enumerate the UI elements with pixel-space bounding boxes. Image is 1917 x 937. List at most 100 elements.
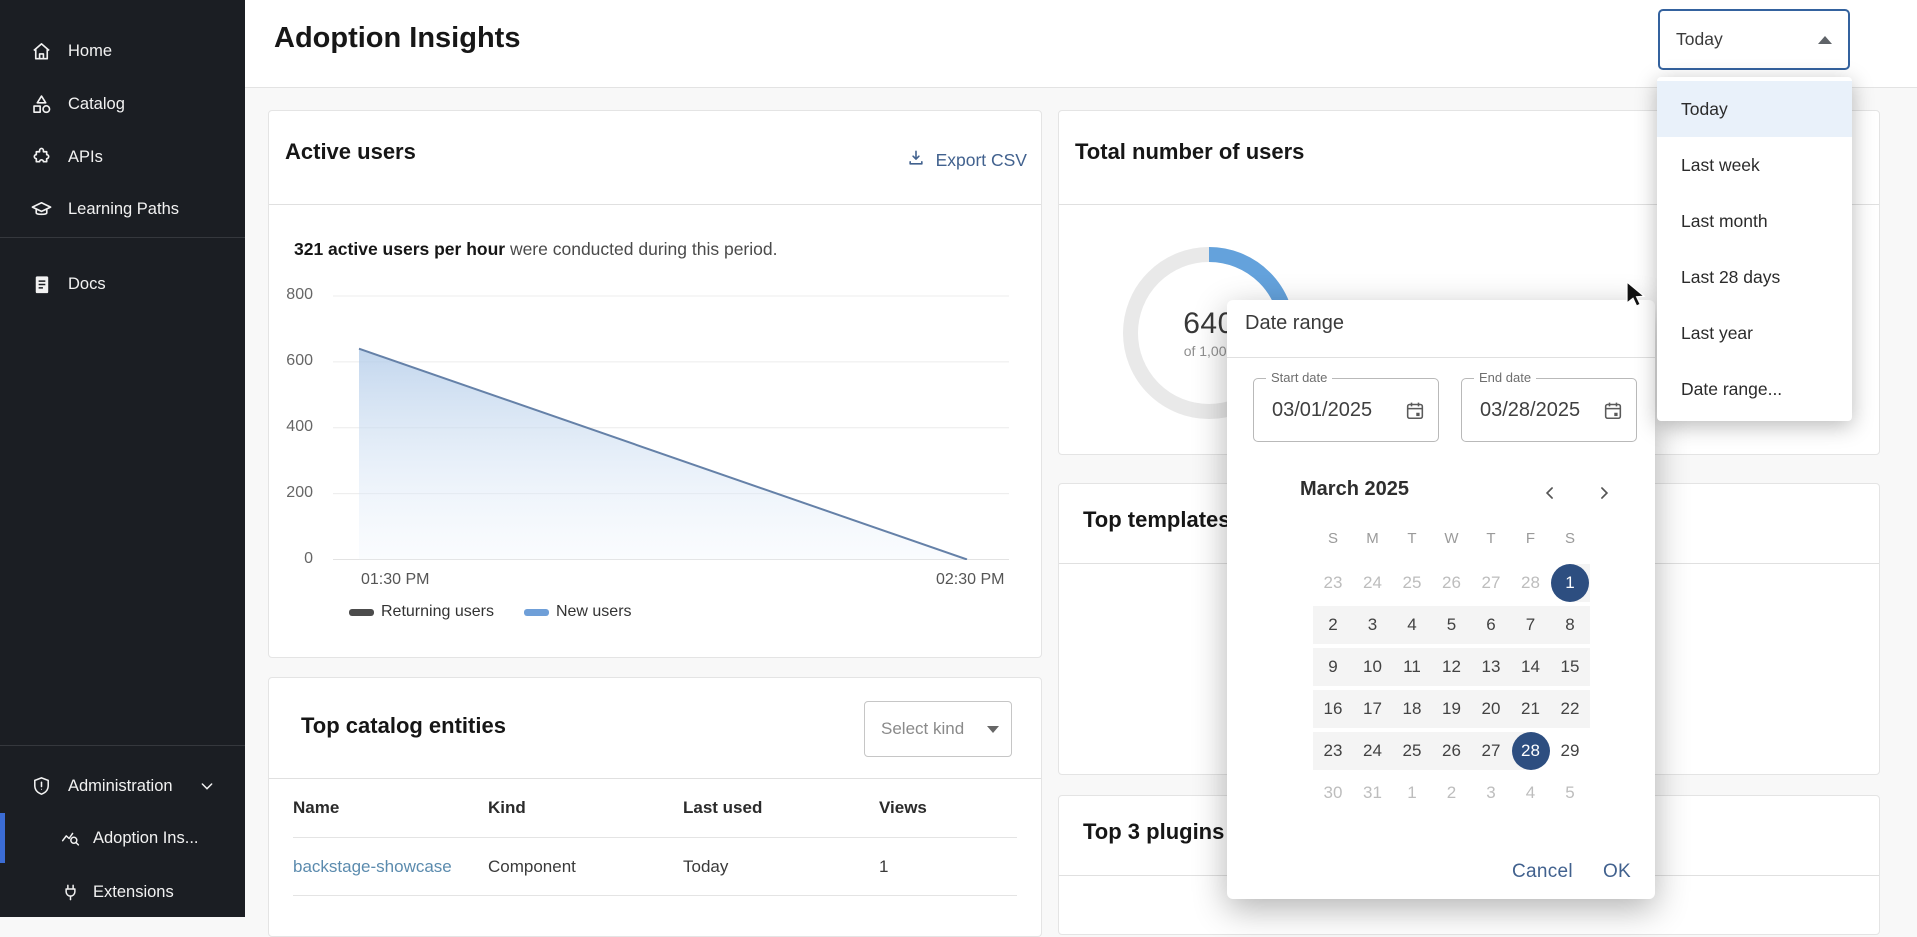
entity-link[interactable]: backstage-showcase — [293, 857, 488, 877]
cancel-button[interactable]: Cancel — [1512, 861, 1573, 883]
sidebar-item-home[interactable]: Home — [0, 28, 245, 74]
apis-icon — [30, 146, 53, 169]
period-select-menu: TodayLast weekLast monthLast 28 daysLast… — [1657, 77, 1852, 421]
menu-item-date-range[interactable]: Date range... — [1657, 361, 1852, 417]
calendar-day[interactable]: 7 — [1512, 606, 1550, 644]
calendar-day[interactable]: 3 — [1354, 606, 1392, 644]
calendar-day[interactable]: 24 — [1354, 564, 1392, 602]
calendar-day[interactable]: 24 — [1354, 732, 1392, 770]
calendar-day[interactable]: 26 — [1433, 732, 1471, 770]
calendar-icon[interactable] — [1404, 399, 1426, 421]
sidebar-item-label: Adoption Ins... — [93, 829, 199, 848]
kind-select[interactable]: Select kind — [864, 701, 1012, 757]
calendar-day[interactable]: 23 — [1314, 732, 1352, 770]
sidebar-item-adoption-insights[interactable]: Adoption Ins... — [0, 815, 245, 861]
sidebar-item-extensions[interactable]: Extensions — [0, 869, 245, 915]
calendar-day[interactable]: 19 — [1433, 690, 1471, 728]
weekday-label: F — [1516, 530, 1546, 547]
calendar-day[interactable]: 14 — [1512, 648, 1550, 686]
dialog-title: Date range — [1245, 312, 1344, 335]
calendar-day[interactable]: 25 — [1393, 732, 1431, 770]
weekday-label: W — [1437, 530, 1467, 547]
dialog-actions: Cancel OK — [1512, 861, 1631, 883]
calendar-day[interactable]: 26 — [1433, 564, 1471, 602]
calendar-day[interactable]: 5 — [1551, 774, 1589, 812]
sidebar-divider — [0, 237, 245, 238]
calendar-day[interactable]: 9 — [1314, 648, 1352, 686]
calendar-day[interactable]: 27 — [1472, 732, 1510, 770]
y-axis-tick: 0 — [269, 550, 313, 568]
calendar-day[interactable]: 30 — [1314, 774, 1352, 812]
calendar-day[interactable]: 21 — [1512, 690, 1550, 728]
cell-kind: Component — [488, 857, 683, 877]
menu-item-last-month[interactable]: Last month — [1657, 193, 1852, 249]
calendar-day[interactable]: 4 — [1512, 774, 1550, 812]
cell-views: 1 — [879, 857, 1017, 877]
menu-item-last-year[interactable]: Last year — [1657, 305, 1852, 361]
menu-item-last-week[interactable]: Last week — [1657, 137, 1852, 193]
calendar-day[interactable]: 3 — [1472, 774, 1510, 812]
chevron-down-icon — [987, 726, 999, 733]
calendar-day[interactable]: 18 — [1393, 690, 1431, 728]
calendar-day[interactable]: 11 — [1393, 648, 1431, 686]
calendar-day[interactable]: 29 — [1551, 732, 1589, 770]
summary-metric: 321 active users per hour — [294, 239, 505, 259]
card-divider — [269, 204, 1041, 205]
chevron-left-icon[interactable] — [1537, 480, 1563, 506]
calendar-day[interactable]: 28 — [1512, 564, 1550, 602]
chevron-down-icon — [199, 778, 215, 794]
end-date-value: 03/28/2025 — [1480, 379, 1580, 441]
calendar-day[interactable]: 12 — [1433, 648, 1471, 686]
extensions-icon — [60, 882, 81, 903]
calendar-day[interactable]: 23 — [1314, 564, 1352, 602]
chevron-right-icon[interactable] — [1591, 480, 1617, 506]
calendar-day[interactable]: 1 — [1393, 774, 1431, 812]
kind-select-placeholder: Select kind — [881, 719, 964, 739]
menu-item-last-28-days[interactable]: Last 28 days — [1657, 249, 1852, 305]
y-axis-tick: 400 — [269, 418, 313, 436]
calendar-day[interactable]: 10 — [1354, 648, 1392, 686]
calendar-icon[interactable] — [1602, 399, 1624, 421]
calendar-day-selected[interactable]: 28 — [1512, 732, 1550, 770]
calendar-day[interactable]: 20 — [1472, 690, 1510, 728]
calendar-day[interactable]: 5 — [1433, 606, 1471, 644]
legend-swatch — [524, 609, 549, 616]
period-select-value: Today — [1676, 29, 1723, 50]
period-select[interactable]: Today — [1658, 9, 1850, 70]
calendar-day[interactable]: 17 — [1354, 690, 1392, 728]
card-title: Active users — [285, 139, 416, 165]
sidebar-item-docs[interactable]: Docs — [0, 261, 245, 307]
calendar-day[interactable]: 27 — [1472, 564, 1510, 602]
calendar-day[interactable]: 25 — [1393, 564, 1431, 602]
sidebar-item-label: Administration — [68, 777, 173, 796]
sidebar-item-learning-paths[interactable]: Learning Paths — [0, 186, 245, 232]
export-csv-button[interactable]: Export CSV — [906, 148, 1027, 173]
calendar-day-selected[interactable]: 1 — [1551, 564, 1589, 602]
export-csv-label: Export CSV — [936, 150, 1027, 171]
calendar-day[interactable]: 2 — [1433, 774, 1471, 812]
legend-swatch — [349, 609, 374, 616]
calendar-day[interactable]: 6 — [1472, 606, 1510, 644]
start-date-field[interactable]: Start date 03/01/2025 — [1253, 378, 1439, 442]
calendar-day[interactable]: 4 — [1393, 606, 1431, 644]
sidebar-item-label: Learning Paths — [68, 200, 179, 219]
card-title: Top templates — [1083, 507, 1231, 533]
menu-item-today[interactable]: Today — [1657, 81, 1852, 137]
calendar-day[interactable]: 22 — [1551, 690, 1589, 728]
download-icon — [906, 148, 926, 173]
sidebar-item-catalog[interactable]: Catalog — [0, 81, 245, 127]
sidebar-item-administration[interactable]: Administration — [0, 763, 245, 809]
chart-summary: 321 active users per hour were conducted… — [294, 239, 777, 260]
calendar-day[interactable]: 8 — [1551, 606, 1589, 644]
learning-paths-icon — [30, 198, 53, 221]
home-icon — [30, 40, 53, 63]
calendar-day[interactable]: 16 — [1314, 690, 1352, 728]
end-date-field[interactable]: End date 03/28/2025 — [1461, 378, 1637, 442]
weekday-label: T — [1476, 530, 1506, 547]
calendar-day[interactable]: 13 — [1472, 648, 1510, 686]
calendar-day[interactable]: 2 — [1314, 606, 1352, 644]
ok-button[interactable]: OK — [1603, 861, 1631, 883]
calendar-day[interactable]: 15 — [1551, 648, 1589, 686]
calendar-day[interactable]: 31 — [1354, 774, 1392, 812]
sidebar-item-apis[interactable]: APIs — [0, 134, 245, 180]
